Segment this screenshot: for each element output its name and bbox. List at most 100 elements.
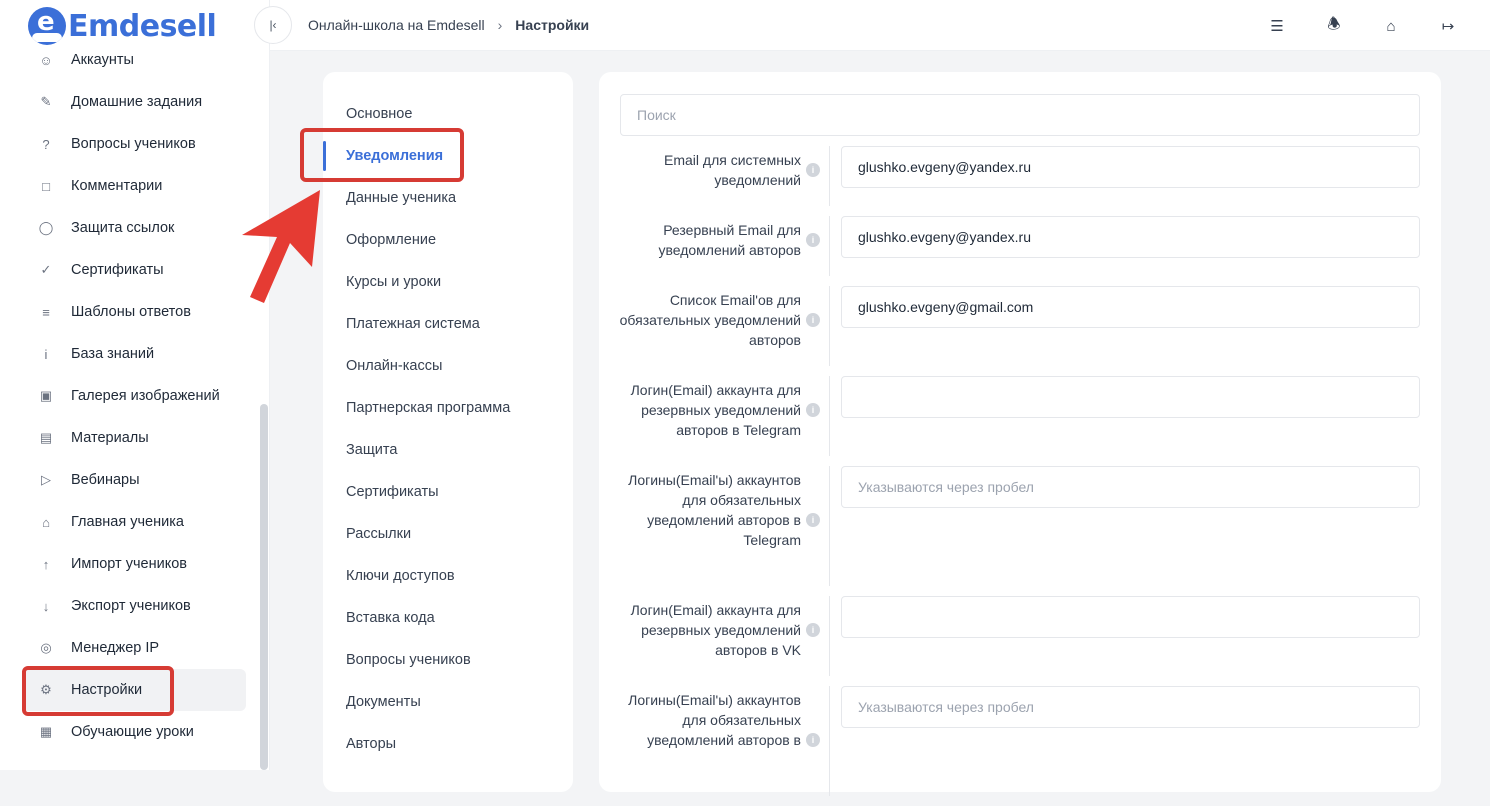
sidebar-item[interactable]: ↑ Импорт учеников: [22, 543, 246, 585]
logout-icon[interactable]: ↦: [1436, 14, 1460, 38]
settings-menu-item[interactable]: Документы: [323, 681, 573, 723]
search-input[interactable]: Поиск: [620, 94, 1420, 136]
settings-menu-item[interactable]: Вопросы учеников: [323, 639, 573, 681]
sidebar-item[interactable]: ▣ Галерея изображений: [22, 375, 246, 417]
sliders-icon[interactable]: ☰: [1265, 14, 1289, 38]
sidebar-item[interactable]: ↓ Экспорт учеников: [22, 585, 246, 627]
sidebar-item[interactable]: ◯ Защита ссылок: [22, 207, 246, 249]
settings-menu-item[interactable]: Курсы и уроки: [323, 261, 573, 303]
collapse-left-icon: |‹: [269, 18, 277, 32]
sidebar-item-label: Вопросы учеников: [71, 136, 196, 152]
notifications-form: Поиск Email для системных уведомлений i gl…: [599, 72, 1441, 796]
field-label: Логины(Email'ы) аккаунтов для обязательн…: [628, 692, 801, 748]
sidebar-item-label: Экспорт учеников: [71, 598, 191, 614]
email-field[interactable]: glushko.evgeny@gmail.com: [841, 286, 1420, 328]
sidebar-item[interactable]: ▷ Вебинары: [22, 459, 246, 501]
breadcrumb: Онлайн-школа на Emdesell › Настройки: [308, 17, 589, 33]
field-label: Логины(Email'ы) аккаунтов для обязательн…: [628, 472, 801, 548]
field-placeholder: Указываются через пробел: [858, 479, 1034, 495]
info-icon[interactable]: i: [806, 233, 820, 247]
settings-menu-item[interactable]: Оформление: [323, 219, 573, 261]
chevron-right-icon: ›: [497, 17, 503, 33]
breadcrumb-item-school[interactable]: Онлайн-школа на Emdesell: [308, 17, 485, 33]
settings-menu-item[interactable]: Платежная система: [323, 303, 573, 345]
annotation-highlight-notifications: [300, 128, 464, 182]
settings-menu-item[interactable]: Онлайн-кассы: [323, 345, 573, 387]
sidebar-item[interactable]: ⌂ Главная ученика: [22, 501, 246, 543]
info-icon[interactable]: i: [806, 403, 820, 417]
info-icon[interactable]: i: [806, 513, 820, 527]
upload-icon: ↑: [42, 556, 50, 572]
sidebar-item[interactable]: □ Комментарии: [22, 165, 246, 207]
sidebar-item-label: Комментарии: [71, 178, 163, 194]
info-icon[interactable]: i: [806, 163, 820, 177]
row-divider: [829, 466, 830, 586]
sidebar-item-label: База знаний: [71, 346, 155, 362]
sidebar-item[interactable]: ▤ Материалы: [22, 417, 246, 459]
target-icon: ◎: [40, 640, 52, 655]
briefcase-icon: ▤: [39, 430, 53, 445]
info-icon: i: [44, 346, 48, 362]
info-icon[interactable]: i: [806, 313, 820, 327]
annotation-highlight-settings: [22, 666, 174, 716]
email-field[interactable]: [841, 596, 1420, 638]
email-field[interactable]: [841, 376, 1420, 418]
form-row: Список Email'ов для обязательных уведомл…: [599, 286, 1441, 376]
settings-menu-item[interactable]: Рассылки: [323, 513, 573, 555]
sidebar-item-label: Главная ученика: [71, 514, 184, 530]
search-placeholder: Поиск: [637, 107, 676, 123]
info-icon[interactable]: i: [806, 623, 820, 637]
email-field[interactable]: Указываются через пробел: [841, 686, 1420, 728]
settings-menu-item[interactable]: Вставка кода: [323, 597, 573, 639]
form-row: Email для системных уведомлений i glushko.…: [599, 146, 1441, 216]
row-divider: [829, 216, 830, 276]
sidebar-item[interactable]: ? Вопросы учеников: [22, 123, 246, 165]
settings-menu-item[interactable]: Сертификаты: [323, 471, 573, 513]
sidebar-item[interactable]: ≡ Шаблоны ответов: [22, 291, 246, 333]
play-icon: ▷: [41, 472, 51, 487]
sidebar-item-label: Галерея изображений: [71, 388, 220, 404]
field-value: glushko.evgeny@yandex.ru: [858, 229, 1031, 245]
list-icon: ≡: [42, 304, 50, 320]
collapse-sidebar-button[interactable]: |‹: [254, 6, 292, 44]
sidebar-scrollbar[interactable]: [260, 404, 268, 770]
bell-icon[interactable]: 🕭: [1322, 14, 1346, 38]
settings-menu-item[interactable]: Партнерская программа: [323, 387, 573, 429]
settings-menu-item[interactable]: Ключи доступов: [323, 555, 573, 597]
sidebar-item-label: Защита ссылок: [71, 220, 175, 236]
form-row: Резервный Email для уведомлений авторов i…: [599, 216, 1441, 286]
sidebar-item[interactable]: ✓ Сертификаты: [22, 249, 246, 291]
row-divider: [829, 286, 830, 366]
settings-menu-item[interactable]: Авторы: [323, 723, 573, 765]
home-gear-icon[interactable]: ⌂: [1379, 14, 1403, 38]
email-field[interactable]: glushko.evgeny@yandex.ru: [841, 216, 1420, 258]
sidebar-item[interactable]: ✎ Домашние задания: [22, 81, 246, 123]
field-label: Список Email'ов для обязательных уведомл…: [619, 292, 801, 348]
sidebar: e Emdesell ☺ Аккаунты ✎ Домашние задания? Во…: [0, 0, 270, 770]
field-label: Резервный Email для уведомлений авторов: [658, 222, 801, 258]
annotation-arrow: [242, 190, 320, 303]
field-label: Логин(Email) аккаунта для резервных увед…: [630, 602, 801, 658]
sidebar-item-label: Импорт учеников: [71, 556, 187, 572]
field-label: Email для системных уведомлений: [664, 152, 801, 188]
sidebar-item[interactable]: ▦ Обучающие уроки: [22, 711, 246, 753]
download-icon: ↓: [42, 598, 50, 614]
email-field[interactable]: glushko.evgeny@yandex.ru: [841, 146, 1420, 188]
field-label: Логин(Email) аккаунта для резервных увед…: [630, 382, 801, 438]
sidebar-item-label: Обучающие уроки: [71, 724, 194, 740]
sidebar-item[interactable]: i База знаний: [22, 333, 246, 375]
settings-menu-item[interactable]: Данные ученика: [323, 177, 573, 219]
row-divider: [829, 376, 830, 456]
topbar: |‹ Онлайн-школа на Emdesell › Настройки …: [254, 0, 1490, 51]
email-field[interactable]: Указываются через пробел: [841, 466, 1420, 508]
info-icon[interactable]: i: [806, 733, 820, 747]
row-divider: [829, 146, 830, 206]
settings-menu-item[interactable]: Защита: [323, 429, 573, 471]
sidebar-item[interactable]: ☺ Аккаунты: [22, 39, 246, 81]
users-icon: ☺: [39, 52, 53, 68]
sidebar-item[interactable]: ◎ Менеджер IP: [22, 627, 246, 669]
badge-check-icon: ✓: [40, 262, 52, 277]
field-value: glushko.evgeny@yandex.ru: [858, 159, 1031, 175]
shield-icon: ◯: [38, 220, 54, 235]
sidebar-item-label: Вебинары: [71, 472, 140, 488]
